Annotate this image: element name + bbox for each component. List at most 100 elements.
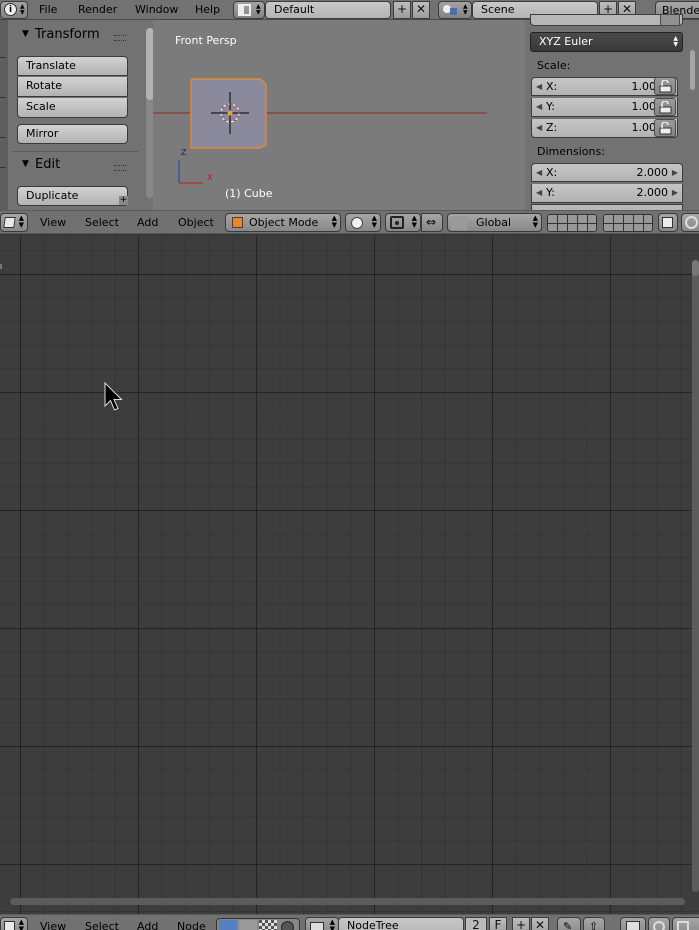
duplicate-button[interactable]: Duplicate	[17, 186, 128, 206]
render-preview-button[interactable]	[681, 213, 699, 232]
lock-scale-x-button[interactable]	[654, 77, 676, 95]
tab-animation[interactable]	[0, 148, 6, 168]
menu-view[interactable]: View	[40, 216, 66, 229]
menu-select[interactable]: Select	[85, 216, 119, 229]
scene-browse[interactable]: ▲ ▼	[438, 1, 472, 19]
menu-file[interactable]: File	[39, 3, 57, 16]
manipulator-toggle[interactable]: ⇔	[421, 213, 443, 232]
updown-arrows-icon: ▲ ▼	[20, 3, 25, 16]
menu-render[interactable]: Render	[78, 3, 117, 16]
screen-layout-field[interactable]: Default	[265, 1, 391, 19]
dimension-y-value: 2.000	[636, 186, 669, 199]
viewport-shading-dropdown[interactable]: ▲ ▼	[345, 213, 381, 232]
interaction-mode-dropdown[interactable]: Object Mode ▲ ▼	[225, 213, 341, 232]
mode-label: Object Mode	[249, 216, 319, 229]
panel-grip-icon[interactable]	[114, 35, 126, 41]
transform-orientation-dropdown[interactable]: Global ▲ ▼	[447, 213, 542, 232]
scrollbar-thumb[interactable]	[692, 260, 699, 276]
lock-icon	[659, 122, 672, 135]
decrement-arrow-icon[interactable]: ◀	[536, 78, 542, 95]
editor-type-button[interactable]: i ▲ ▼	[0, 1, 28, 19]
panel-grip-icon[interactable]	[114, 165, 126, 171]
layer-buttons-group-2[interactable]	[603, 214, 653, 232]
decrement-arrow-icon[interactable]: ◀	[536, 98, 542, 115]
updown-arrows-icon: ▲ ▼	[371, 214, 377, 229]
compositor-tree-icon[interactable]	[239, 920, 257, 930]
lock-icon	[659, 101, 672, 114]
rotation-mode-label: XYZ Euler	[539, 35, 593, 48]
node-editor-canvas[interactable]	[0, 236, 699, 916]
texture-tree-icon[interactable]	[259, 920, 277, 930]
menu-add[interactable]: Add	[137, 920, 158, 930]
updown-arrows-icon: ▲ ▼	[18, 918, 24, 930]
collapse-triangle-icon[interactable]: ▼	[22, 159, 29, 169]
pivot-point-dropdown[interactable]: ▲ ▼	[385, 213, 421, 232]
orientation-label: Global	[476, 216, 512, 229]
axis-label: Z:	[546, 121, 558, 134]
layer-buttons-group-1[interactable]	[547, 214, 597, 232]
snap-element-icon	[677, 921, 689, 930]
menu-node[interactable]: Node	[177, 920, 206, 930]
rotation-mode-dropdown[interactable]: XYZ Euler ▲ ▼	[530, 32, 683, 52]
backdrop-button[interactable]	[620, 917, 646, 930]
layer-row-divider	[548, 223, 596, 224]
decrement-arrow-icon[interactable]: ◀	[536, 119, 542, 136]
go-to-parent-button[interactable]: ⇧	[583, 917, 605, 930]
decrement-arrow-icon[interactable]: ◀	[536, 164, 542, 181]
shader-tree-icon[interactable]	[219, 920, 237, 930]
material-sphere-icon[interactable]	[281, 921, 294, 930]
dimension-x-field[interactable]: ◀ X: 2.000 ▶	[531, 163, 683, 182]
snap-toggle-button[interactable]	[648, 917, 670, 930]
scale-button[interactable]: Scale	[17, 98, 128, 118]
rotate-button[interactable]: Rotate	[17, 77, 128, 97]
increment-arrow-icon[interactable]: ▶	[672, 184, 678, 201]
node-tree-users-count[interactable]: 2	[465, 917, 487, 930]
node-tree-name-field[interactable]: NodeTree	[338, 917, 464, 930]
plus-icon: +	[396, 2, 408, 16]
menu-select[interactable]: Select	[85, 920, 119, 930]
editor-type-button[interactable]: ▲ ▼	[0, 917, 28, 930]
tab-tools[interactable]	[0, 30, 6, 58]
menu-object[interactable]: Object	[178, 216, 214, 229]
3d-viewport[interactable]: Front Persp Z X (1) Cube	[153, 20, 525, 210]
dimension-y-field[interactable]: ◀ Y: 2.000 ▶	[531, 184, 683, 203]
pivot-dot-icon	[395, 221, 399, 225]
screen-layout-browse[interactable]: ▲ ▼	[233, 1, 265, 19]
snap-element-dropdown[interactable]	[672, 917, 699, 930]
node-tree-type-buttons[interactable]	[216, 918, 300, 930]
gizmo-z-label: Z	[181, 148, 187, 157]
lock-scale-y-button[interactable]	[654, 98, 676, 116]
unlink-node-tree-button[interactable]: ✕	[531, 917, 549, 930]
editor-type-button[interactable]: ▲ ▼	[0, 213, 28, 232]
menu-help[interactable]: Help	[195, 3, 220, 16]
add-node-tree-button[interactable]: +	[512, 917, 530, 930]
toolshelf-tabs[interactable]	[0, 20, 8, 210]
properties-scrollbar[interactable]	[690, 50, 695, 90]
lock-camera-layers-button[interactable]	[658, 213, 678, 232]
menu-add[interactable]: Add	[137, 216, 158, 229]
menu-view[interactable]: View	[40, 920, 66, 930]
transform-panel-header[interactable]: Transform	[35, 27, 100, 42]
menu-window[interactable]: Window	[135, 3, 178, 16]
increment-arrow-icon[interactable]: ▶	[672, 164, 678, 181]
translate-button[interactable]: Translate	[17, 56, 128, 76]
plus-icon[interactable]: +	[119, 196, 128, 205]
close-icon: ✕	[415, 2, 427, 16]
pin-button[interactable]: ✎	[557, 917, 581, 930]
scale-label: Scale:	[537, 59, 571, 72]
edit-panel-header[interactable]: Edit	[35, 157, 60, 172]
tab-create[interactable]	[0, 68, 6, 98]
node-tree-browse[interactable]: ▲ ▼	[305, 917, 339, 930]
node-editor-vertical-scrollbar[interactable]	[692, 260, 699, 892]
pin-icon: ✎	[563, 920, 573, 930]
collapse-triangle-icon[interactable]: ▼	[22, 29, 29, 39]
fake-user-button[interactable]: F	[489, 917, 507, 930]
lock-scale-z-button[interactable]	[654, 119, 676, 137]
mirror-button[interactable]: Mirror	[17, 124, 128, 144]
decrement-arrow-icon[interactable]: ◀	[536, 184, 542, 201]
tab-relations[interactable]	[0, 108, 6, 138]
add-screen-button[interactable]: +	[393, 1, 411, 19]
node-editor-horizontal-scrollbar[interactable]	[10, 898, 685, 905]
tab-grease-pencil[interactable]	[0, 178, 6, 206]
remove-screen-button[interactable]: ✕	[412, 1, 430, 19]
